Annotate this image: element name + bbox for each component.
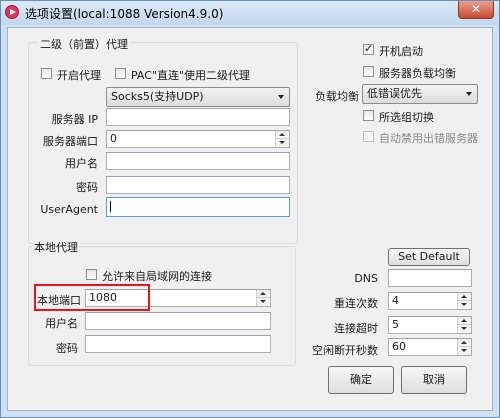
retry-count-stepper[interactable]: 4 — [388, 292, 472, 310]
auto-disable-checkbox[interactable] — [363, 131, 374, 142]
load-balance-label: 负载均衡 — [315, 90, 359, 103]
spin-up-icon[interactable] — [458, 293, 471, 301]
window-title: 选项设置(local:1088 Version4.9.0) — [25, 7, 224, 21]
idle-disconnect-stepper[interactable]: 60 — [388, 338, 472, 356]
secondary-username-input[interactable] — [106, 152, 290, 170]
spin-up-icon[interactable] — [458, 339, 471, 347]
autostart-label: 开机启动 — [379, 45, 423, 58]
group-switch-label: 所选组切换 — [379, 111, 434, 124]
connect-timeout-stepper[interactable]: 5 — [388, 316, 472, 334]
server-ip-label: 服务器 IP — [51, 113, 98, 126]
server-port-spin[interactable] — [275, 131, 289, 147]
allow-lan-label: 允许来自局域网的连接 — [102, 270, 212, 283]
server-port-stepper[interactable]: 0 — [106, 130, 290, 148]
local-password-label: 密码 — [56, 342, 78, 355]
dialog-body: 二级（前置）代理 开启代理 PAC"直连"使用二级代理 Socks5(支持UDP… — [7, 27, 493, 411]
auto-disable-label: 自动禁用出错服务器 — [379, 132, 478, 145]
allow-lan-checkbox[interactable] — [86, 269, 97, 280]
connect-timeout-label: 连接超时 — [334, 322, 378, 335]
load-balance-select[interactable]: 低错误优先 — [362, 84, 478, 104]
pac-direct-checkbox[interactable] — [115, 68, 126, 79]
retry-count-spin[interactable] — [457, 293, 471, 309]
idle-disconnect-spin[interactable] — [457, 339, 471, 355]
app-icon — [5, 5, 19, 19]
dns-input[interactable] — [388, 269, 472, 287]
spin-up-icon[interactable] — [276, 131, 289, 139]
cancel-button[interactable]: 取消 — [401, 366, 467, 394]
server-load-balance-label: 服务器负载均衡 — [379, 67, 456, 80]
chevron-down-icon — [278, 95, 284, 99]
secondary-password-label: 密码 — [76, 181, 98, 194]
server-ip-input[interactable] — [106, 108, 290, 126]
secondary-password-input[interactable] — [106, 176, 290, 194]
retry-count-value: 4 — [392, 294, 399, 307]
options-dialog: 选项设置(local:1088 Version4.9.0) ✕ 二级（前置）代理… — [0, 0, 500, 418]
chevron-down-icon — [466, 92, 472, 96]
server-port-value: 0 — [110, 132, 117, 145]
connect-timeout-value: 5 — [392, 318, 399, 331]
pac-direct-label: PAC"直连"使用二级代理 — [131, 69, 251, 82]
close-button[interactable]: ✕ — [458, 1, 494, 19]
retry-count-label: 重连次数 — [334, 297, 378, 310]
local-username-label: 用户名 — [45, 317, 78, 330]
local-port-spin[interactable] — [256, 290, 270, 306]
ok-button[interactable]: 确定 — [328, 366, 394, 394]
enable-proxy-label: 开启代理 — [57, 69, 101, 82]
idle-disconnect-value: 60 — [392, 340, 406, 353]
connect-timeout-spin[interactable] — [457, 317, 471, 333]
proxy-type-value: Socks5(支持UDP) — [111, 90, 204, 103]
title-bar[interactable]: 选项设置(local:1088 Version4.9.0) ✕ — [1, 1, 499, 25]
load-balance-value: 低错误优先 — [367, 87, 422, 100]
idle-disconnect-label: 空闲断开秒数 — [312, 344, 378, 357]
group-switch-checkbox[interactable] — [363, 110, 374, 121]
spin-up-icon[interactable] — [257, 290, 270, 298]
local-password-input[interactable] — [85, 335, 271, 353]
spin-down-icon[interactable] — [458, 325, 471, 333]
enable-proxy-checkbox[interactable] — [41, 68, 52, 79]
set-default-button[interactable]: Set Default — [388, 248, 470, 266]
server-port-label: 服务器端口 — [43, 135, 98, 148]
autostart-checkbox[interactable] — [363, 42, 374, 55]
useragent-input[interactable] — [106, 197, 290, 217]
spin-down-icon[interactable] — [458, 301, 471, 309]
local-proxy-group-title: 本地代理 — [32, 239, 80, 255]
text-caret — [110, 200, 111, 212]
spin-down-icon[interactable] — [276, 139, 289, 147]
spin-down-icon[interactable] — [458, 347, 471, 355]
local-username-input[interactable] — [85, 312, 271, 330]
secondary-proxy-group-title: 二级（前置）代理 — [38, 36, 130, 52]
useragent-label: UserAgent — [40, 203, 98, 216]
local-port-highlight — [34, 284, 150, 311]
dns-label: DNS — [354, 272, 378, 285]
spin-down-icon[interactable] — [257, 298, 270, 306]
server-load-balance-checkbox[interactable] — [363, 66, 374, 77]
proxy-type-select[interactable]: Socks5(支持UDP) — [106, 87, 290, 107]
secondary-username-label: 用户名 — [65, 157, 98, 170]
spin-up-icon[interactable] — [458, 317, 471, 325]
